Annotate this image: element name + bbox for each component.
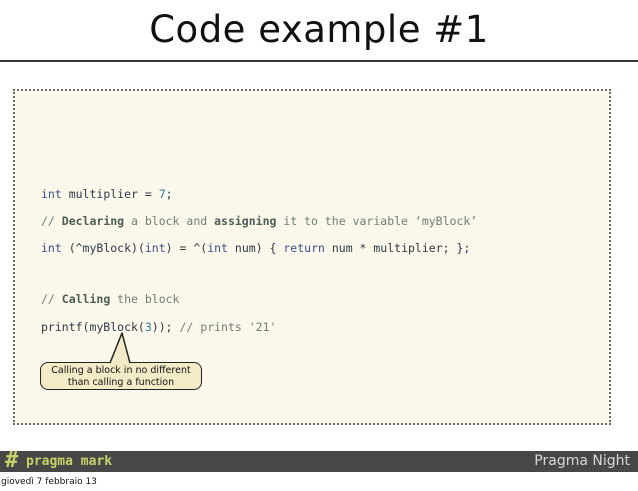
code-token: 3 (144, 320, 152, 334)
code-token: // (41, 292, 62, 306)
brand-label: Pragma Night (534, 453, 630, 469)
callout-bubble: Calling a block in no different than cal… (40, 362, 202, 390)
code-token: num * multiplier; }; (324, 241, 471, 255)
code-token: the block (110, 292, 180, 306)
code-line-1: int multiplier = 7; (41, 187, 173, 201)
code-token: assigning (214, 214, 277, 228)
code-token: int (207, 241, 228, 255)
code-token: int (41, 241, 62, 255)
code-token: (^myBlock)( (61, 241, 145, 255)
code-token: it to the variable ‘myBlock’ (276, 214, 478, 228)
title-divider (0, 60, 638, 62)
callout-line-1: Calling a block in no different (51, 365, 191, 376)
code-token: Calling (61, 292, 111, 306)
callout-line-2: than calling a function (67, 377, 175, 388)
code-token: multiplier = (61, 187, 159, 201)
pragma-mark-logo-hash: # (5, 448, 19, 473)
code-line-3: int (^myBlock)(int) = ^(int num) { retur… (41, 241, 470, 255)
code-token: ; (165, 187, 173, 201)
code-token: return (283, 241, 325, 255)
code-token: printf(myBlock( (41, 320, 145, 334)
code-token: ) = ^( (165, 241, 208, 255)
slide: Code example #1 int multiplier = 7; // D… (0, 0, 638, 473)
code-line-2: // Declaring a block and assigning it to… (41, 214, 477, 228)
pragma-mark-logo-text: pragma mark (26, 454, 113, 469)
date-label: giovedì 7 febbraio 13 (1, 477, 97, 487)
code-token: 7 (158, 187, 166, 201)
code-token: // (41, 214, 62, 228)
code-line-5: printf(myBlock(3)); // prints '21' (41, 320, 276, 334)
code-token: int (41, 187, 62, 201)
code-token: Declaring (61, 214, 125, 228)
slide-title: Code example #1 (149, 8, 489, 51)
code-token: num) { (227, 241, 284, 255)
code-token: )); (151, 320, 180, 334)
code-token: int (144, 241, 166, 255)
code-line-4: // Calling the block (41, 292, 180, 306)
code-token: a block and (124, 214, 215, 228)
footer-bar: # pragma mark Pragma Night (0, 448, 638, 473)
code-token: // prints '21' (179, 320, 277, 334)
